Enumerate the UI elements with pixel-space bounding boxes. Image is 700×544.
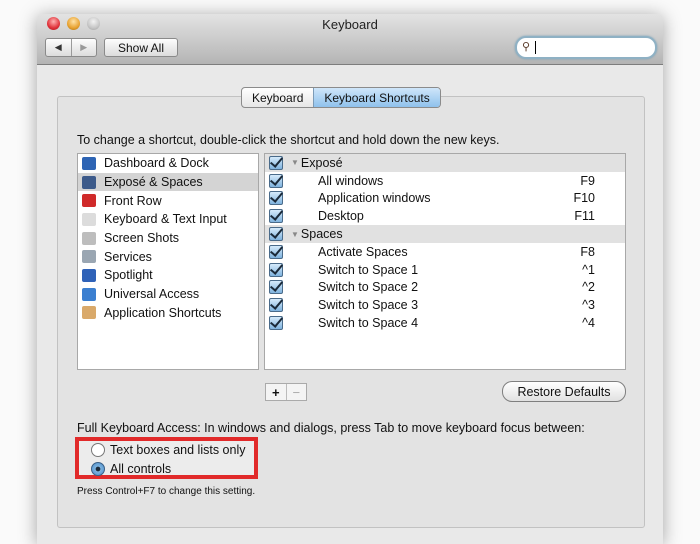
shortcut-label: Switch to Space 2 xyxy=(318,280,419,295)
screen-shots-icon xyxy=(82,231,96,245)
control-f7-note: Press Control+F7 to change this setting. xyxy=(77,486,256,497)
enabled-checkbox[interactable] xyxy=(269,209,283,224)
search-field[interactable]: ⚲ xyxy=(515,36,657,59)
tab-keyboard[interactable]: Keyboard xyxy=(242,88,313,107)
enabled-checkbox[interactable] xyxy=(269,262,283,277)
category-item[interactable]: Dashboard & Dock xyxy=(78,154,258,173)
spotlight-icon xyxy=(82,268,96,282)
radio-all-controls[interactable]: All controls xyxy=(91,462,171,476)
shortcut-label: Activate Spaces xyxy=(318,244,408,259)
keyboard-text-input-icon xyxy=(82,212,96,226)
shortcut-label: Desktop xyxy=(318,209,364,224)
forward-button[interactable]: ▶ xyxy=(70,39,97,56)
universal-access-icon xyxy=(82,287,96,301)
category-label: Front Row xyxy=(104,193,162,208)
dashboard-dock-icon xyxy=(82,156,96,170)
shortcut-key[interactable]: ^4 xyxy=(582,316,595,330)
application-shortcuts-icon xyxy=(82,306,96,320)
shortcut-row[interactable]: Switch to Space 3 ^3 xyxy=(265,296,625,314)
enabled-checkbox[interactable] xyxy=(269,173,283,188)
enabled-checkbox[interactable] xyxy=(269,191,283,206)
category-item[interactable]: Front Row xyxy=(78,191,258,210)
radio-label: All controls xyxy=(110,462,172,476)
show-all-button[interactable]: Show All xyxy=(104,38,178,57)
shortcut-label: Exposé xyxy=(300,155,343,170)
radio-button-unselected[interactable] xyxy=(91,443,105,457)
category-label: Spotlight xyxy=(104,268,153,283)
shortcut-row[interactable]: All windows F9 xyxy=(265,172,625,190)
shortcut-label: Switch to Space 1 xyxy=(318,262,419,277)
title-bar: Keyboard ◀ ▶ Show All ⚲ xyxy=(37,14,663,65)
tab-bar: Keyboard Keyboard Shortcuts xyxy=(241,87,441,108)
shortcut-row[interactable]: Switch to Space 4 ^4 xyxy=(265,314,625,332)
full-keyboard-access-label: Full Keyboard Access: In windows and dia… xyxy=(77,421,585,435)
shortcut-row[interactable]: Switch to Space 1 ^1 xyxy=(265,261,625,279)
disclosure-triangle-icon[interactable]: ▼ xyxy=(291,230,299,239)
enabled-checkbox[interactable] xyxy=(269,298,283,313)
category-item[interactable]: Screen Shots xyxy=(78,229,258,248)
radio-button-selected[interactable] xyxy=(91,462,105,476)
shortcut-key[interactable]: ^1 xyxy=(582,263,595,277)
shortcut-key[interactable]: ^2 xyxy=(582,280,595,294)
category-item[interactable]: Exposé & Spaces xyxy=(78,172,258,192)
category-item[interactable]: Services xyxy=(78,247,258,266)
keyboard-preferences-window: Keyboard ◀ ▶ Show All ⚲ Keyboard Keyboar… xyxy=(37,14,663,544)
expose-spaces-icon xyxy=(82,175,96,189)
shortcut-label: Application windows xyxy=(318,191,431,206)
category-label: Services xyxy=(104,249,152,264)
category-label: Application Shortcuts xyxy=(104,305,222,320)
category-item[interactable]: Universal Access xyxy=(78,285,258,304)
shortcut-group-row[interactable]: ▼ Spaces xyxy=(265,225,625,243)
shortcut-key[interactable]: ^3 xyxy=(582,298,595,312)
radio-text-boxes-lists[interactable]: Text boxes and lists only xyxy=(91,443,246,457)
category-label: Dashboard & Dock xyxy=(104,156,209,171)
shortcut-label: Spaces xyxy=(300,227,343,242)
shortcut-row[interactable]: Activate Spaces F8 xyxy=(265,243,625,261)
category-list[interactable]: Dashboard & Dock Exposé & Spaces Front Row… xyxy=(77,153,259,370)
category-label: Exposé & Spaces xyxy=(104,175,203,190)
tab-keyboard-shortcuts[interactable]: Keyboard Shortcuts xyxy=(313,88,440,107)
radio-label: Text boxes and lists only xyxy=(110,443,246,457)
category-label: Screen Shots xyxy=(104,231,180,246)
enabled-checkbox[interactable] xyxy=(269,227,283,242)
category-label: Universal Access xyxy=(104,287,200,302)
back-forward-control: ◀ ▶ xyxy=(45,38,97,57)
window-title: Keyboard xyxy=(322,17,378,32)
shortcut-row[interactable]: Application windows F10 xyxy=(265,190,625,208)
add-remove-control: + − xyxy=(265,383,307,401)
shortcut-key[interactable]: F10 xyxy=(573,191,595,205)
shortcut-row[interactable]: Switch to Space 2 ^2 xyxy=(265,279,625,297)
services-icon xyxy=(82,250,96,264)
category-label: Keyboard & Text Input xyxy=(104,212,227,227)
front-row-icon xyxy=(82,194,96,208)
restore-defaults-button[interactable]: Restore Defaults xyxy=(502,381,626,402)
text-cursor xyxy=(535,41,536,54)
shortcut-key[interactable]: F9 xyxy=(580,174,595,188)
enabled-checkbox[interactable] xyxy=(269,316,283,331)
shortcut-label: All windows xyxy=(318,173,384,188)
search-icon: ⚲ xyxy=(522,41,531,53)
enabled-checkbox[interactable] xyxy=(269,280,283,295)
add-shortcut-button[interactable]: + xyxy=(266,384,286,400)
instruction-text: To change a shortcut, double-click the s… xyxy=(77,133,500,147)
shortcut-group-row[interactable]: ▼ Exposé xyxy=(265,154,625,172)
back-button[interactable]: ◀ xyxy=(46,39,71,56)
category-item[interactable]: Spotlight xyxy=(78,266,258,285)
shortcut-key[interactable]: F11 xyxy=(574,209,595,223)
enabled-checkbox[interactable] xyxy=(269,155,283,170)
shortcut-label: Switch to Space 3 xyxy=(318,298,419,313)
enabled-checkbox[interactable] xyxy=(269,244,283,259)
category-item[interactable]: Application Shortcuts xyxy=(78,304,258,323)
shortcut-label: Switch to Space 4 xyxy=(318,316,419,331)
category-item[interactable]: Keyboard & Text Input xyxy=(78,210,258,229)
shortcut-key[interactable]: F8 xyxy=(580,245,595,259)
disclosure-triangle-icon[interactable]: ▼ xyxy=(291,158,299,167)
remove-shortcut-button[interactable]: − xyxy=(285,384,307,400)
shortcut-list[interactable]: ▼ Exposé All windows F9 Application windows F… xyxy=(264,153,626,370)
shortcut-row[interactable]: Desktop F11 xyxy=(265,207,625,225)
